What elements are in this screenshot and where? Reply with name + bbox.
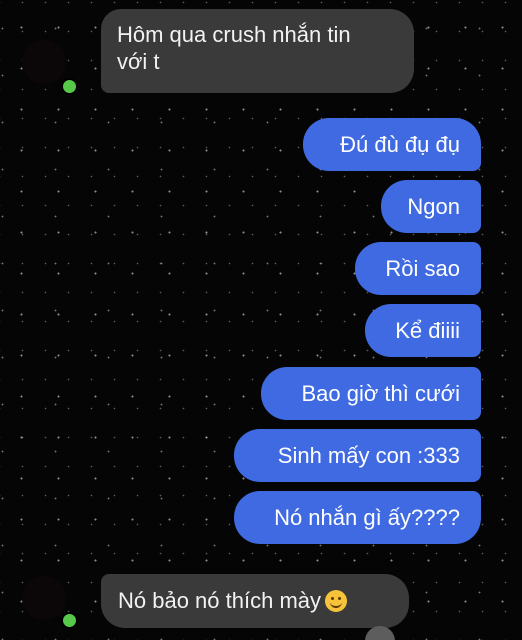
message-bubble-outgoing[interactable]: Sinh mấy con :333	[234, 429, 481, 482]
smiling-face-emoji-icon	[325, 590, 348, 612]
message-text: Kể điiii	[395, 318, 460, 343]
message-bubble-incoming[interactable]: Nó bảo nó thích mày	[101, 574, 409, 628]
message-text-line: với t	[117, 49, 160, 74]
message-bubble-outgoing[interactable]: Kể điiii	[365, 304, 481, 357]
message-bubble-incoming[interactable]: Hôm qua crush nhắn tin với t	[101, 9, 414, 93]
message-text: Rồi sao	[385, 256, 460, 281]
message-bubble-outgoing[interactable]: Ngon	[381, 180, 481, 233]
message-text-line: Hôm qua crush nhắn tin	[117, 22, 351, 47]
message-bubble-outgoing[interactable]: Bao giờ thì cưới	[261, 367, 481, 420]
message-bubble-outgoing[interactable]: Đú đù đụ đụ	[303, 118, 481, 171]
online-status-icon	[61, 78, 78, 95]
message-text: Sinh mấy con :333	[277, 443, 460, 468]
message-bubble-outgoing[interactable]: Rồi sao	[355, 242, 481, 295]
message-text: Bao giờ thì cưới	[301, 381, 460, 406]
contact-avatar[interactable]	[22, 40, 66, 84]
message-text: Nó bảo nó thích mày	[118, 588, 322, 613]
message-bubble-outgoing[interactable]: Nó nhắn gì ấy????	[234, 491, 481, 544]
message-text: Đú đù đụ đụ	[340, 132, 460, 157]
message-text: Ngon	[407, 194, 460, 219]
online-status-icon	[61, 612, 78, 629]
message-text: Nó nhắn gì ấy????	[274, 505, 460, 530]
contact-avatar[interactable]	[22, 576, 66, 620]
